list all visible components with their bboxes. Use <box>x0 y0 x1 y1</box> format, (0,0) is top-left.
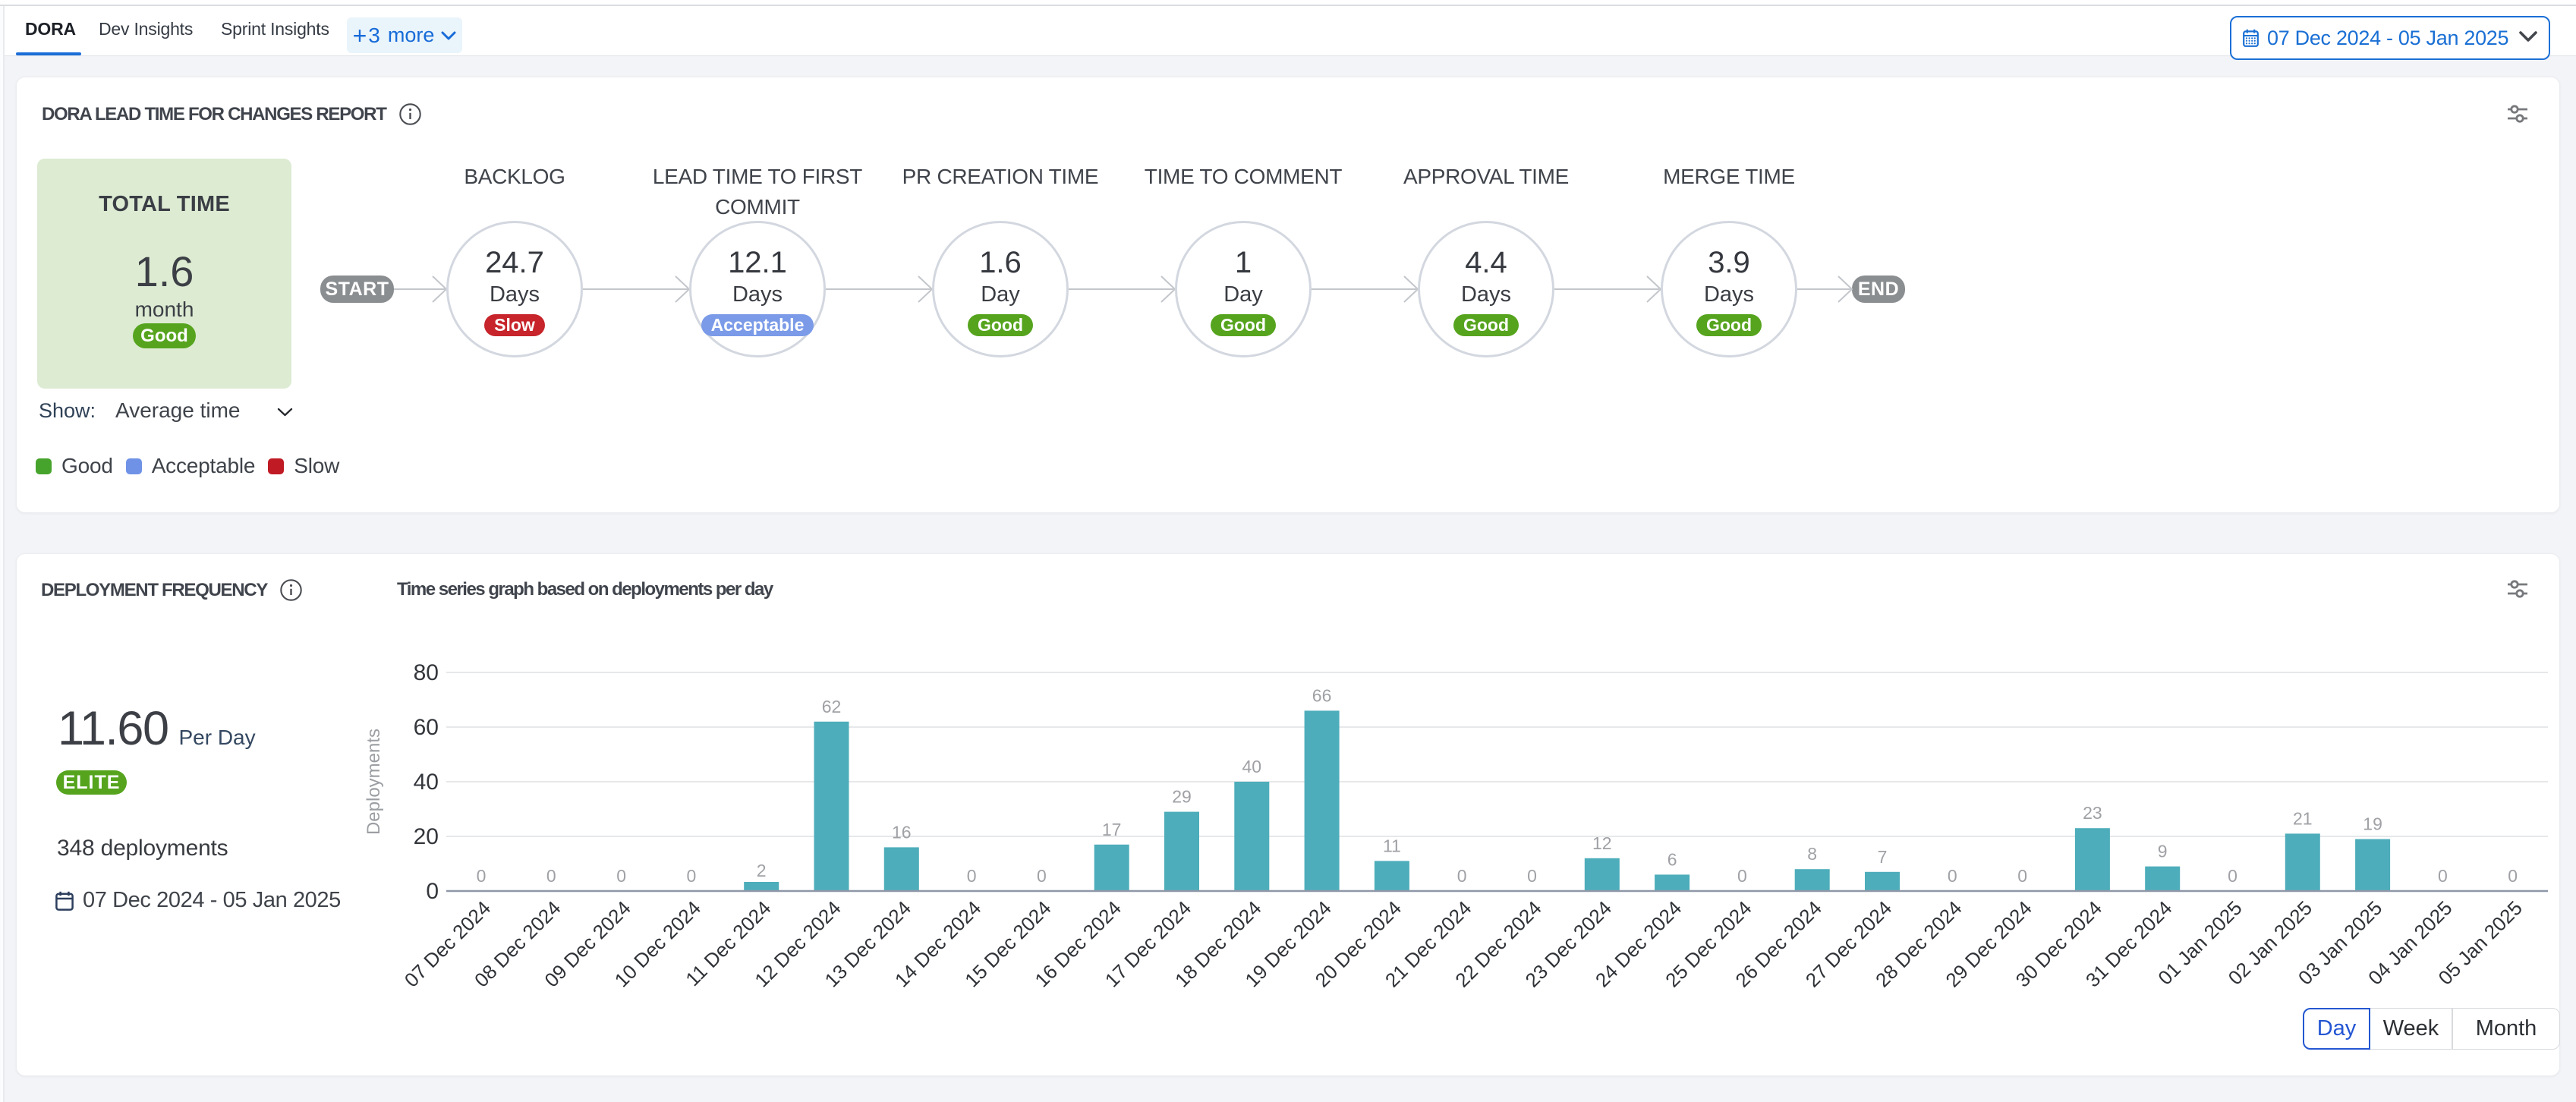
svg-text:8: 8 <box>1807 844 1817 864</box>
svg-text:9: 9 <box>2158 842 2168 861</box>
svg-text:16: 16 <box>892 822 912 842</box>
svg-text:80: 80 <box>414 660 439 685</box>
svg-text:62: 62 <box>822 697 842 716</box>
svg-text:23: 23 <box>2083 803 2102 823</box>
svg-text:29: 29 <box>1172 787 1192 807</box>
svg-text:2: 2 <box>757 861 767 880</box>
svg-text:0: 0 <box>616 866 626 886</box>
svg-text:0: 0 <box>2508 866 2518 886</box>
svg-text:19: 19 <box>2363 814 2382 834</box>
svg-text:20: 20 <box>414 824 439 849</box>
svg-text:21: 21 <box>2293 808 2313 828</box>
svg-text:12: 12 <box>1592 833 1612 853</box>
svg-text:6: 6 <box>1667 849 1677 869</box>
svg-text:66: 66 <box>1312 685 1332 705</box>
svg-text:0: 0 <box>2228 866 2237 886</box>
svg-text:0: 0 <box>1737 866 1747 886</box>
svg-text:0: 0 <box>2017 866 2027 886</box>
svg-text:0: 0 <box>1037 866 1047 886</box>
svg-text:0: 0 <box>1527 866 1537 886</box>
svg-text:0: 0 <box>477 866 487 886</box>
svg-text:0: 0 <box>1948 866 1957 886</box>
svg-text:17: 17 <box>1102 820 1122 839</box>
svg-text:60: 60 <box>414 715 439 740</box>
svg-text:7: 7 <box>1878 847 1888 867</box>
svg-text:0: 0 <box>426 879 439 904</box>
svg-text:0: 0 <box>1457 866 1467 886</box>
svg-text:0: 0 <box>546 866 556 886</box>
svg-text:11: 11 <box>1383 836 1401 855</box>
svg-text:0: 0 <box>967 866 977 886</box>
svg-text:40: 40 <box>414 770 439 795</box>
svg-text:0: 0 <box>687 866 697 886</box>
svg-text:0: 0 <box>2438 866 2448 886</box>
svg-text:40: 40 <box>1242 757 1262 776</box>
svg-text:Deployments: Deployments <box>364 729 384 835</box>
